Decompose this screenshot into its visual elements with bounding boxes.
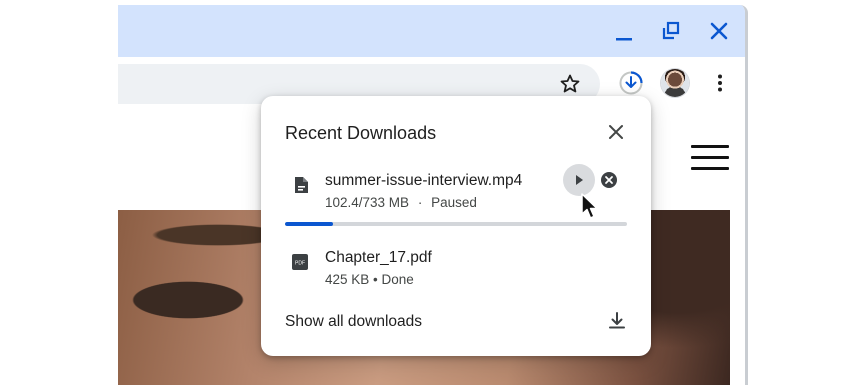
downloads-bubble: Recent Downloads summer-issue-interview.… xyxy=(261,96,651,356)
download-icon[interactable] xyxy=(606,310,628,332)
close-window-button[interactable] xyxy=(707,19,731,43)
title-bar xyxy=(118,5,745,57)
download-progress-fill xyxy=(285,222,333,226)
pdf-icon: PDF xyxy=(292,254,308,270)
bubble-title: Recent Downloads xyxy=(285,123,437,143)
cancel-download-icon[interactable] xyxy=(600,171,618,189)
profile-avatar[interactable] xyxy=(661,69,689,97)
download-item-state: Paused xyxy=(431,195,477,210)
downloads-toolbar-button[interactable] xyxy=(617,69,645,97)
bookmark-star-icon[interactable] xyxy=(558,72,582,96)
pdf-icon-label: PDF xyxy=(295,261,305,267)
mouse-cursor-icon xyxy=(581,193,598,219)
show-all-downloads-link[interactable]: Show all downloads xyxy=(285,313,422,331)
menu-icon[interactable] xyxy=(691,145,729,171)
download-item-size: 102.4/733 MB xyxy=(325,195,410,210)
play-icon xyxy=(576,175,583,185)
close-icon[interactable] xyxy=(606,122,626,142)
download-progress-bar xyxy=(285,222,627,226)
download-item-name[interactable]: Chapter_17.pdf xyxy=(325,249,432,267)
download-item-status: 425 KB • Done xyxy=(325,272,414,287)
minimize-button[interactable] xyxy=(612,19,636,43)
download-progress-icon xyxy=(619,71,643,95)
file-icon xyxy=(295,177,308,193)
status-separator: · xyxy=(417,195,423,210)
download-item-name[interactable]: summer-issue-interview.mp4 xyxy=(325,172,522,190)
more-menu-icon[interactable] xyxy=(708,71,732,95)
restore-button[interactable] xyxy=(659,19,683,43)
download-item-status: 102.4/733 MB · Paused xyxy=(325,195,477,210)
